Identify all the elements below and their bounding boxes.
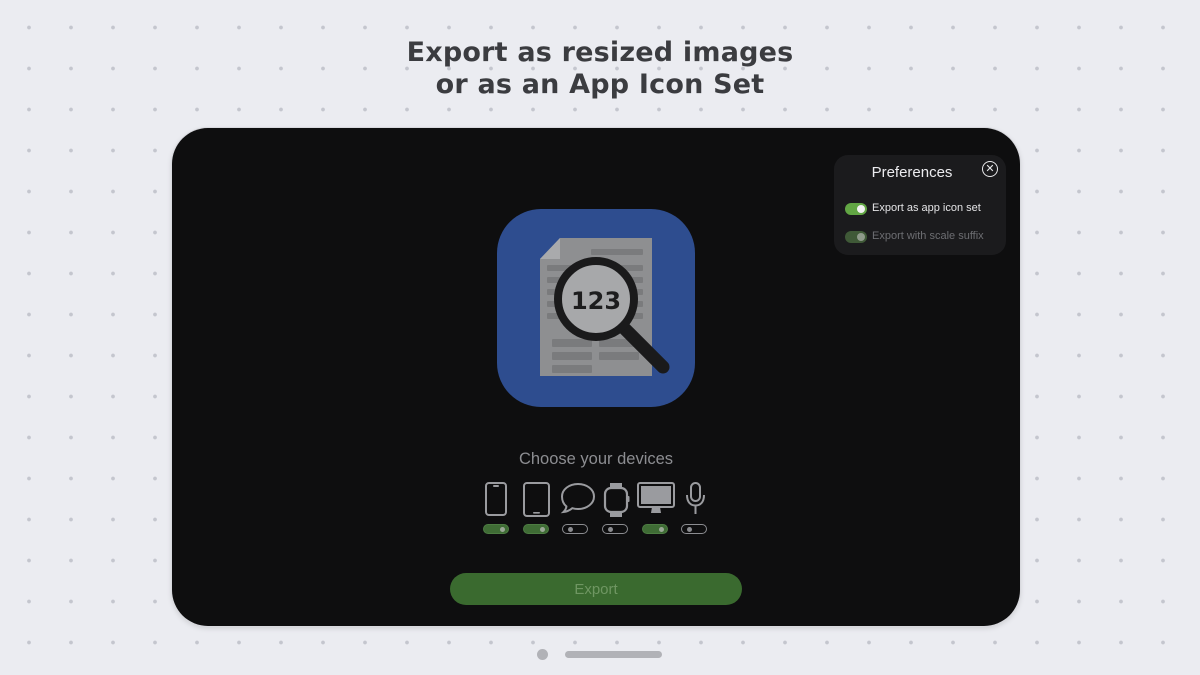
preferences-panel: Preferences ✕ Export as app icon set Exp…: [834, 155, 1006, 255]
device-apple-watch[interactable]: [600, 480, 634, 540]
app-icon: 123: [497, 209, 695, 407]
export-button[interactable]: Export: [450, 573, 742, 605]
imessage-bubble-icon: [560, 482, 596, 514]
ipad-screen: Preferences ✕ Export as app icon set Exp…: [172, 128, 1020, 626]
device-toggle-apple-watch[interactable]: [602, 524, 628, 534]
device-toggle-iphone[interactable]: [483, 524, 509, 534]
device-toggle-mac[interactable]: [642, 524, 668, 534]
pref-label: Export as app icon set: [872, 202, 981, 214]
page-indicator-dot[interactable]: [537, 649, 548, 660]
pref-toggle-app-icon-set[interactable]: [845, 203, 867, 215]
device-ipad[interactable]: [521, 480, 555, 540]
document-magnifier-icon: 123: [540, 238, 670, 376]
preferences-title: Preferences: [871, 164, 953, 181]
close-icon[interactable]: ✕: [982, 161, 998, 177]
pref-toggle-scale-suffix[interactable]: [845, 231, 867, 243]
device-toggle-ipad[interactable]: [523, 524, 549, 534]
device-mac[interactable]: [636, 480, 678, 540]
apple-watch-icon: [603, 483, 630, 517]
pref-label: Export with scale suffix: [872, 230, 984, 242]
choose-devices-heading: Choose your devices: [518, 450, 674, 468]
headline-line-2: or as an App Icon Set: [435, 69, 765, 100]
ipad-icon: [523, 482, 550, 517]
device-toggle-audio[interactable]: [681, 524, 707, 534]
device-toggle-imessage[interactable]: [562, 524, 588, 534]
app-icon-badge-text: 123: [571, 287, 621, 315]
mac-display-icon: [637, 482, 675, 513]
headline-line-1: Export as resized images: [406, 37, 794, 68]
device-audio[interactable]: [679, 480, 713, 540]
device-imessage[interactable]: [558, 480, 596, 540]
iphone-icon: [485, 482, 507, 516]
page-indicator-active[interactable]: [565, 651, 662, 658]
headline: Export as resized images or as an App Ic…: [0, 37, 1200, 101]
microphone-icon: [686, 482, 705, 514]
device-iphone[interactable]: [481, 480, 515, 540]
